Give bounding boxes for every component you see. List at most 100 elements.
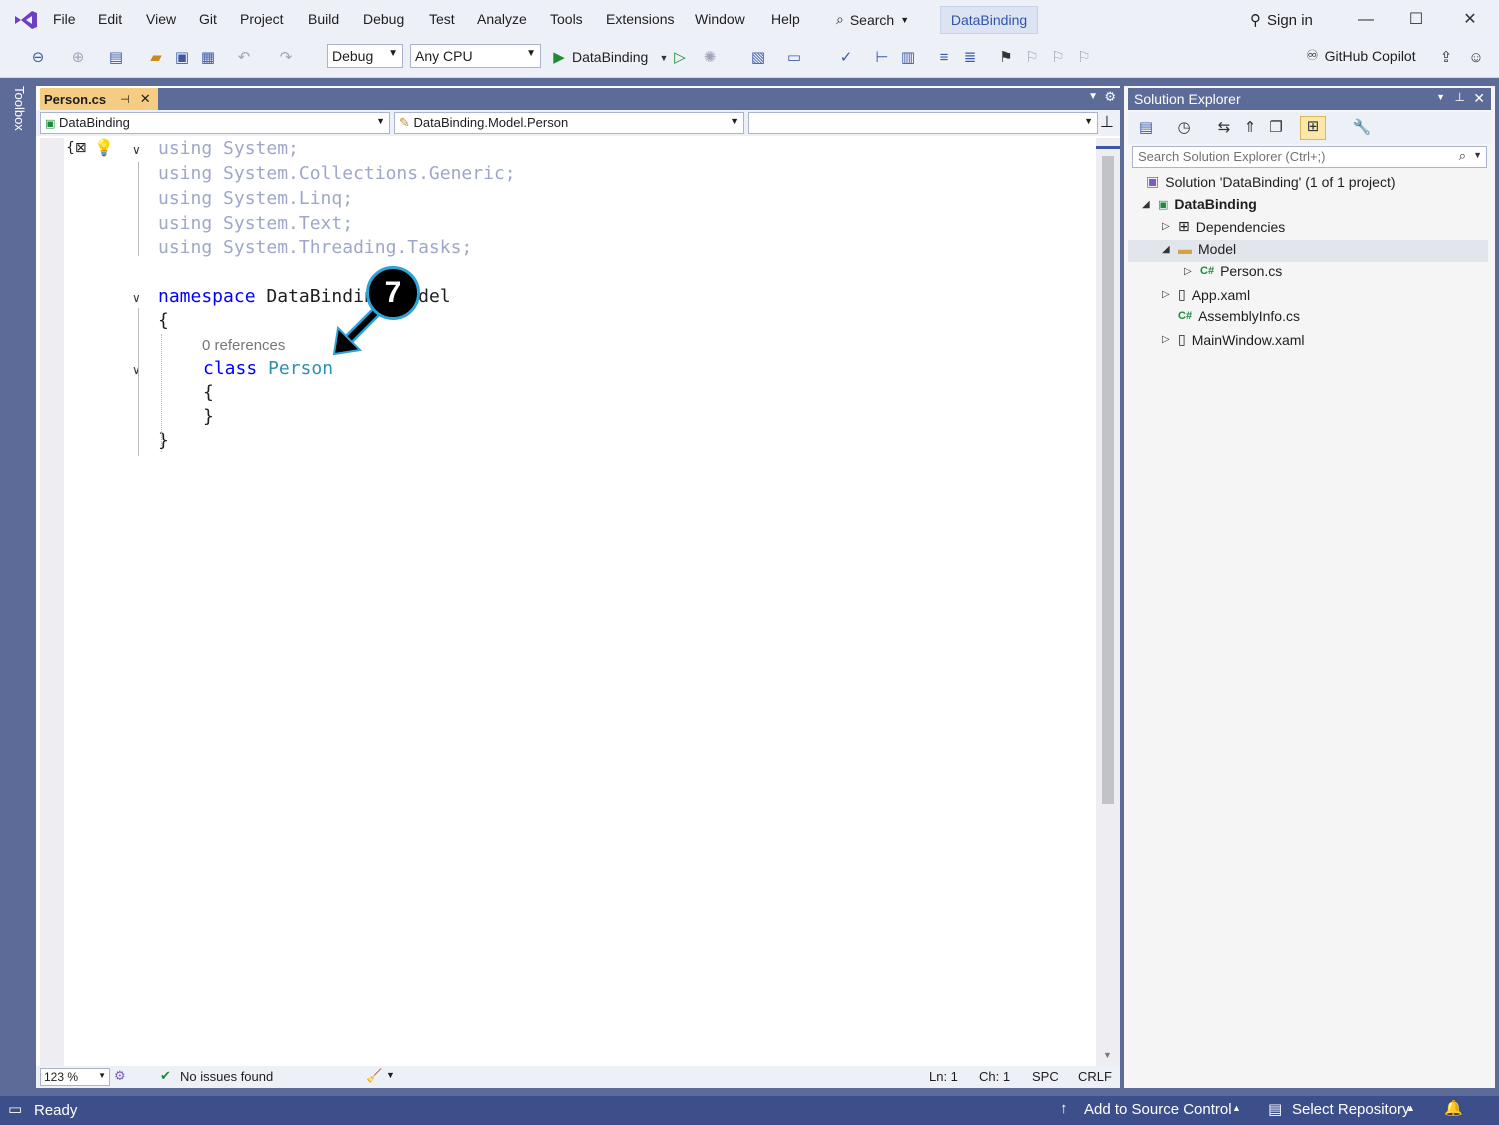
tree-item-dependencies[interactable]: ▷ ⊞ Dependencies <box>1162 218 1285 235</box>
menu-edit[interactable]: Edit <box>98 11 122 27</box>
search-options-icon[interactable]: ▼ <box>1473 150 1482 160</box>
tab-person-cs[interactable]: Person.cs ⊣ ✕ <box>40 88 158 110</box>
show-all-files-icon[interactable]: ❐ <box>1266 118 1286 138</box>
project-dropdown[interactable]: ▣ DataBinding ▼ <box>40 112 390 134</box>
search-button[interactable]: ⌕ Search ▼ <box>836 11 909 28</box>
expanded-icon[interactable]: ◢ <box>1162 244 1172 255</box>
platform-dropdown[interactable]: Any CPU ▼ <box>410 44 541 68</box>
column-indicator[interactable]: Ch: 1 <box>979 1069 1010 1084</box>
references-codelens[interactable]: 0 references <box>202 337 285 354</box>
member-dropdown[interactable]: ▼ <box>748 112 1098 134</box>
intellicode-icon[interactable]: ⚙ <box>114 1068 126 1084</box>
run-target-label[interactable]: DataBinding <box>572 49 648 65</box>
collapsed-icon[interactable]: ▷ <box>1162 289 1172 300</box>
menu-extensions[interactable]: Extensions <box>606 11 674 27</box>
lightbulb-icon[interactable]: 💡 <box>94 138 114 157</box>
chevron-up-icon[interactable]: ▲ <box>1232 1103 1241 1113</box>
save-icon[interactable]: ▣ <box>172 48 192 68</box>
preview-selected-items-icon[interactable]: ⊞ <box>1300 116 1326 140</box>
start-debugging-icon[interactable]: ▶ <box>549 48 569 68</box>
hot-reload-icon[interactable]: ✺ <box>700 48 720 68</box>
zoom-dropdown[interactable]: 123 % ▼ <box>40 1068 110 1086</box>
configuration-dropdown[interactable]: Debug ▼ <box>327 44 403 68</box>
toolbox-tab[interactable]: Toolbox <box>12 86 27 131</box>
navigate-back-icon[interactable]: ⊖ <box>28 48 48 68</box>
close-window-button[interactable]: ✕ <box>1458 8 1482 32</box>
notification-bell-icon[interactable]: 🔔 <box>1444 1099 1463 1117</box>
step-icon[interactable]: ⊢ <box>872 48 892 68</box>
minimize-button[interactable]: — <box>1354 8 1378 32</box>
tree-item-solution[interactable]: ▣ Solution 'DataBinding' (1 of 1 project… <box>1146 173 1396 190</box>
tree-item-assemblyinfo[interactable]: C# AssemblyInfo.cs <box>1178 308 1300 324</box>
menu-view[interactable]: View <box>146 11 176 27</box>
redo-icon[interactable]: ↷ <box>276 48 296 68</box>
scrollbar-thumb[interactable] <box>1102 156 1114 804</box>
select-repository-button[interactable]: Select Repository <box>1292 1101 1410 1118</box>
menu-file[interactable]: File <box>53 11 76 27</box>
bookmark-icon[interactable]: ⚑ <box>996 48 1016 68</box>
tree-item-mainwindow-xaml[interactable]: ▷ ▯ MainWindow.xaml <box>1162 331 1305 348</box>
maximize-button[interactable]: ☐ <box>1404 8 1428 32</box>
undo-icon[interactable]: ↶ <box>234 48 254 68</box>
github-copilot-button[interactable]: ♾ GitHub Copilot <box>1306 47 1416 64</box>
properties-icon[interactable]: 🔧 <box>1352 118 1372 138</box>
document-outline-icon[interactable]: ▥ <box>898 48 918 68</box>
collapsed-icon[interactable]: ▷ <box>1162 221 1172 232</box>
tree-item-person-cs[interactable]: ▷ C# Person.cs <box>1184 263 1282 279</box>
add-to-source-control-button[interactable]: Add to Source Control <box>1084 1101 1232 1118</box>
share-icon[interactable]: ⇪ <box>1436 48 1456 68</box>
collapsed-icon[interactable]: ▷ <box>1184 266 1194 277</box>
save-all-icon[interactable]: ▦ <box>198 48 218 68</box>
code-cleanup-icon[interactable]: 🧹 <box>366 1068 382 1084</box>
start-without-debugging-icon[interactable]: ▷ <box>670 48 690 68</box>
collapse-namespace-icon[interactable]: ∨ <box>132 291 141 305</box>
menu-window[interactable]: Window <box>695 11 745 27</box>
collapse-class-icon[interactable]: ∨ <box>132 363 141 377</box>
navigate-forward-icon[interactable]: ⊕ <box>68 48 88 68</box>
line-indicator[interactable]: Ln: 1 <box>929 1069 958 1084</box>
menu-debug[interactable]: Debug <box>363 11 404 27</box>
previous-bookmark-icon[interactable]: ⚐ <box>1022 48 1042 68</box>
collapse-usings-icon[interactable]: ∨ <box>132 143 141 157</box>
quick-actions-icon[interactable]: {⊠ <box>66 140 87 156</box>
whitespace-indicator[interactable]: SPC <box>1032 1069 1059 1084</box>
type-dropdown[interactable]: ✎ DataBinding.Model.Person ▼ <box>394 112 744 134</box>
sign-in-button[interactable]: ⚲ Sign in <box>1250 11 1313 30</box>
split-window-icon[interactable]: ⊥ <box>1100 112 1114 132</box>
tab-list-icon[interactable]: ▼ <box>1088 91 1098 102</box>
menu-build[interactable]: Build <box>308 11 339 27</box>
menu-test[interactable]: Test <box>429 11 455 27</box>
close-tab-icon[interactable]: ✕ <box>140 91 151 107</box>
auto-hide-pin-icon[interactable]: ⊥ <box>1455 90 1465 104</box>
menu-tools[interactable]: Tools <box>550 11 583 27</box>
menu-project[interactable]: Project <box>240 11 284 27</box>
issues-status[interactable]: No issues found <box>180 1069 273 1084</box>
window-position-icon[interactable]: ▼ <box>1436 92 1445 102</box>
close-pane-icon[interactable]: ✕ <box>1473 90 1485 107</box>
pin-icon[interactable]: ⊣ <box>120 93 130 106</box>
switch-views-icon[interactable]: ▤ <box>1136 118 1156 138</box>
collapsed-icon[interactable]: ▷ <box>1162 334 1172 345</box>
scroll-down-icon[interactable]: ▼ <box>1103 1050 1112 1060</box>
tree-item-model[interactable]: ◢ ▬ Model <box>1162 241 1236 257</box>
notifications-panel-icon[interactable]: ▭ <box>8 1100 22 1118</box>
tree-item-project[interactable]: ◢ ▣ DataBinding <box>1142 196 1257 212</box>
menu-analyze[interactable]: Analyze <box>477 11 527 27</box>
visual-studio-logo-icon[interactable] <box>12 8 40 32</box>
layout-icon[interactable]: ▭ <box>784 48 804 68</box>
settings-icon[interactable]: ⚙ <box>1104 89 1116 105</box>
clear-bookmarks-icon[interactable]: ⚐ <box>1074 48 1094 68</box>
comment-icon[interactable]: ≡ <box>934 48 954 68</box>
feedback-icon[interactable]: ☺ <box>1466 48 1486 68</box>
browse-icon[interactable]: ▧ <box>748 48 768 68</box>
new-project-icon[interactable]: ▤ <box>106 48 126 68</box>
solution-explorer-search-input[interactable]: Search Solution Explorer (Ctrl+;) ⌕ ▼ <box>1132 146 1487 168</box>
code-editor[interactable]: {⊠ 💡 ∨ using System; using System.Collec… <box>64 138 1096 1066</box>
tree-item-app-xaml[interactable]: ▷ ▯ App.xaml <box>1162 286 1250 303</box>
menu-git[interactable]: Git <box>199 11 217 27</box>
sync-with-document-icon[interactable]: ⇆ <box>1214 118 1234 138</box>
collapse-all-icon[interactable]: ⇑ <box>1240 118 1260 138</box>
line-ending-indicator[interactable]: CRLF <box>1078 1069 1112 1084</box>
pending-changes-filter-icon[interactable]: ◷ <box>1174 118 1194 138</box>
expanded-icon[interactable]: ◢ <box>1142 199 1152 210</box>
